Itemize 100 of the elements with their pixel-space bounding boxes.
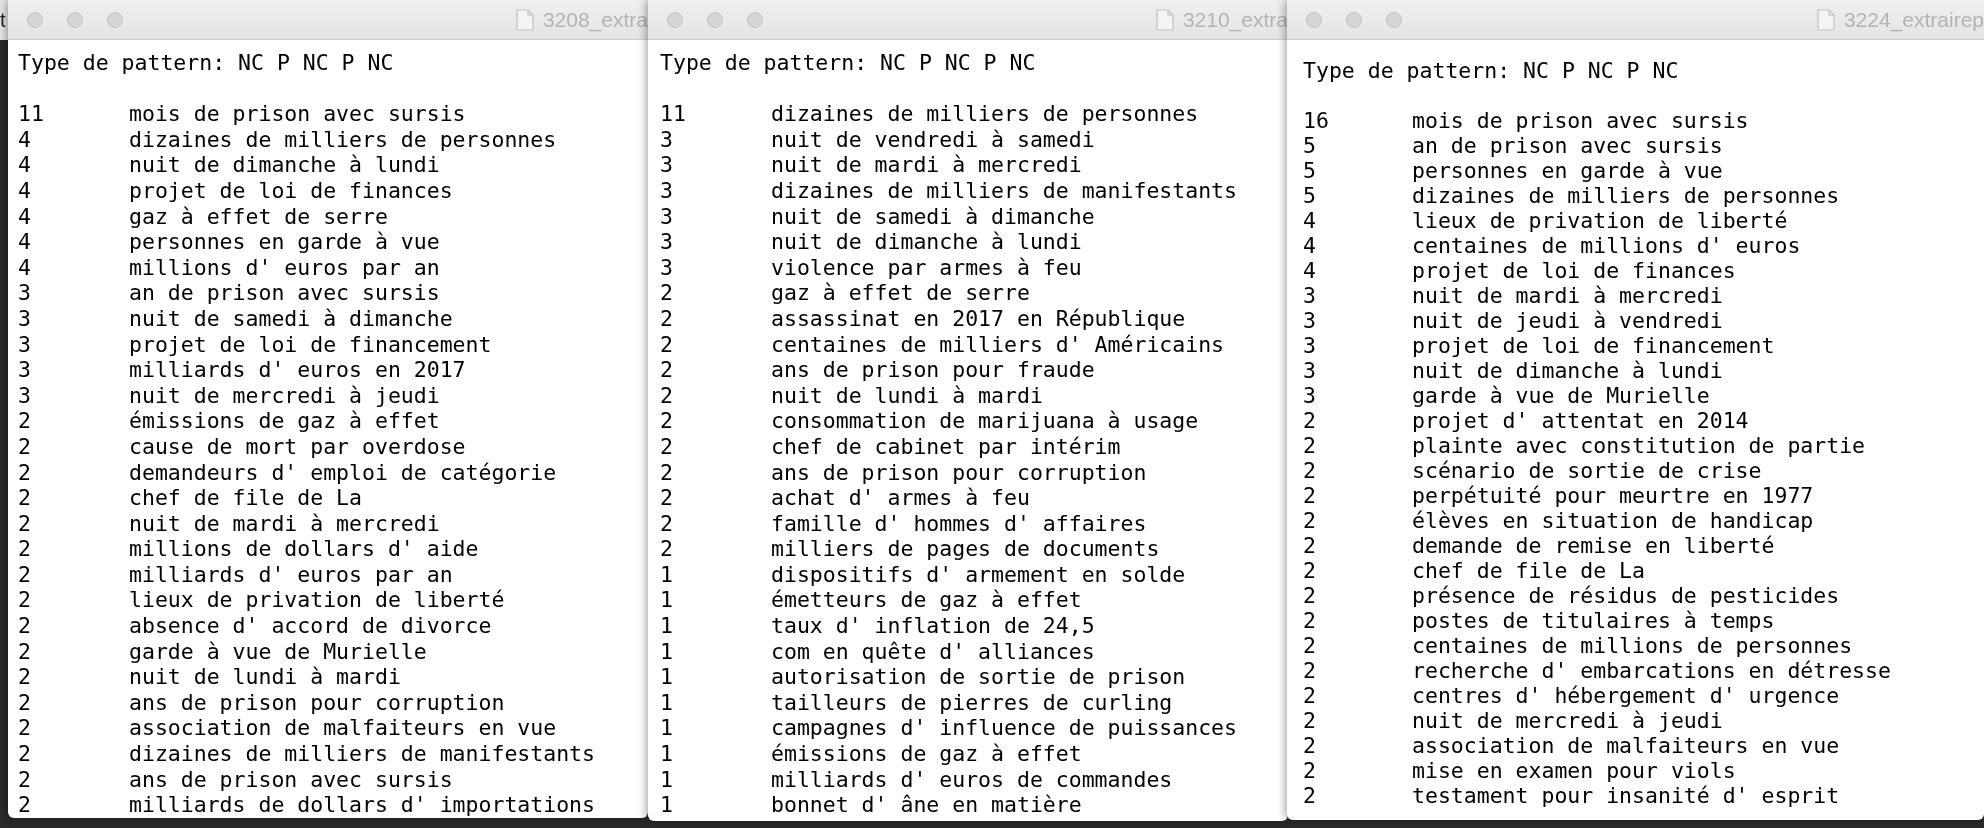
occurrence-count: 2 (18, 408, 32, 434)
close-button[interactable] (1306, 11, 1322, 28)
occurrence-count: 3 (1303, 308, 1317, 333)
pattern-text: postes de titulaires à temps (1412, 608, 1775, 633)
occurrence-count: 5 (1303, 183, 1317, 208)
close-button[interactable] (667, 11, 683, 28)
pattern-text: nuit de dimanche à lundi (129, 152, 440, 178)
occurrence-count: 1 (660, 741, 674, 767)
occurrence-count: 3 (660, 203, 674, 230)
pattern-text: milliards de dollars d' importations (129, 792, 595, 818)
pattern-text: tailleurs de pierres de curling (771, 689, 1173, 716)
pattern-text: élèves en situation de handicap (1412, 508, 1814, 533)
occurrence-count: 4 (1303, 233, 1317, 258)
pattern-text: dizaines de milliers de manifestants (129, 741, 595, 767)
occurrence-count: 2 (18, 792, 32, 818)
occurrence-count: 2 (18, 613, 32, 639)
occurrence-count: 2 (18, 536, 32, 562)
pattern-text: nuit de lundi à mardi (129, 664, 401, 690)
pattern-text: centaines de millions de personnes (1412, 633, 1853, 658)
pattern-text: projet de loi de finances (1412, 258, 1736, 283)
pattern-text: garde à vue de Murielle (1412, 383, 1710, 408)
occurrence-count: 1 (660, 792, 674, 818)
pattern-text: gaz à effet de serre (771, 280, 1030, 306)
occurrence-count: 1 (660, 689, 674, 716)
occurrence-count: 3 (660, 254, 674, 281)
pattern-text: ans de prison pour fraude (771, 357, 1095, 383)
occurrence-count: 2 (660, 485, 674, 511)
pattern-text: mise en examen pour viols (1412, 758, 1736, 783)
pattern-text: cause de mort par overdose (129, 433, 466, 460)
pattern-text: lieux de privation de liberté (1412, 208, 1788, 233)
pattern-text: centres d' hébergement d' urgence (1412, 683, 1840, 708)
occurrence-count: 2 (18, 664, 32, 690)
pattern-text: milliards d' euros de commandes (771, 766, 1173, 793)
pattern-text: bonnet d' âne en matière (771, 792, 1082, 818)
pattern-text: garde à vue de Murielle (129, 638, 427, 665)
occurrence-count: 3 (18, 305, 32, 332)
zoom-button[interactable] (1386, 11, 1402, 28)
occurrence-count: 3 (18, 331, 32, 358)
occurrence-count: 2 (1303, 633, 1317, 658)
pattern-text: lieux de privation de liberté (129, 587, 505, 614)
pattern-text: gaz à effet de serre (129, 203, 388, 230)
occurrence-count: 2 (18, 766, 32, 793)
occurrence-count: 2 (1303, 708, 1317, 733)
minimize-button[interactable] (707, 11, 723, 28)
occurrence-count: 2 (18, 510, 32, 537)
pattern-text: nuit de samedi à dimanche (771, 203, 1095, 230)
occurrence-count: 3 (1303, 283, 1317, 308)
window-title: 3208_extra (542, 7, 648, 32)
pattern-text: nuit de samedi à dimanche (129, 305, 453, 332)
document-icon (1816, 8, 1835, 31)
occurrence-count: 1 (660, 664, 674, 690)
pattern-text: nuit de mardi à mercredi (129, 510, 440, 537)
occurrence-count: 2 (660, 280, 674, 306)
pattern-text: achat d' armes à feu (771, 485, 1030, 511)
close-button[interactable] (27, 11, 43, 28)
window-title: 3224_extrairep (1843, 7, 1984, 32)
pattern-text: violence par armes à feu (771, 254, 1082, 281)
pattern-text: milliards d' euros en 2017 (129, 357, 466, 383)
pattern-text: chef de cabinet par intérim (771, 433, 1121, 460)
occurrence-count: 1 (660, 561, 674, 588)
occurrence-count: 2 (18, 638, 32, 665)
occurrence-count: 2 (660, 305, 674, 332)
occurrence-count: 2 (660, 331, 674, 358)
minimize-button[interactable] (67, 11, 83, 28)
occurrence-count: 3 (18, 382, 32, 409)
occurrence-count: 11 (18, 101, 45, 127)
document-icon (515, 8, 534, 31)
pattern-text: projet de loi de financement (1412, 333, 1775, 358)
occurrence-count: 3 (660, 177, 674, 204)
pattern-text: projet de loi de financement (129, 331, 492, 358)
pattern-type-heading: Type de pattern: NC P NC P NC (1303, 58, 1680, 83)
pattern-text: dizaines de milliers de personnes (771, 101, 1199, 127)
occurrence-count: 1 (660, 613, 674, 639)
pattern-text: dizaines de milliers de manifestants (771, 177, 1237, 204)
pattern-text: dizaines de milliers de personnes (129, 126, 557, 153)
pattern-text: millions de dollars d' aide (129, 536, 479, 562)
occurrence-count: 2 (1303, 483, 1317, 508)
pattern-text: ans de prison avec sursis (129, 766, 453, 793)
occurrence-count: 2 (18, 459, 32, 486)
pattern-text: mois de prison avec sursis (1412, 108, 1749, 133)
pattern-text: mois de prison avec sursis (129, 101, 466, 127)
pattern-text: association de malfaiteurs en vue (1412, 733, 1840, 758)
zoom-button[interactable] (107, 11, 123, 28)
window-title: t (0, 8, 6, 31)
occurrence-count: 2 (1303, 508, 1317, 533)
occurrence-count: 4 (18, 229, 32, 255)
occurrence-count: 2 (1303, 758, 1317, 783)
zoom-button[interactable] (747, 11, 763, 28)
pattern-text: présence de résidus de pesticides (1412, 583, 1840, 608)
occurrence-count: 3 (660, 229, 674, 255)
occurrence-count: 2 (1303, 583, 1317, 608)
pattern-text: absence d' accord de divorce (129, 613, 492, 639)
occurrence-count: 2 (18, 741, 32, 767)
occurrence-count: 4 (18, 254, 32, 281)
occurrence-count: 4 (1303, 208, 1317, 233)
pattern-text: plainte avec constitution de partie (1412, 433, 1866, 458)
pattern-text: assassinat en 2017 en République (771, 305, 1186, 332)
minimize-button[interactable] (1346, 11, 1362, 28)
pattern-text: consommation de marijuana à usage (771, 408, 1199, 434)
pattern-text: testament pour insanité d' esprit (1412, 783, 1840, 808)
